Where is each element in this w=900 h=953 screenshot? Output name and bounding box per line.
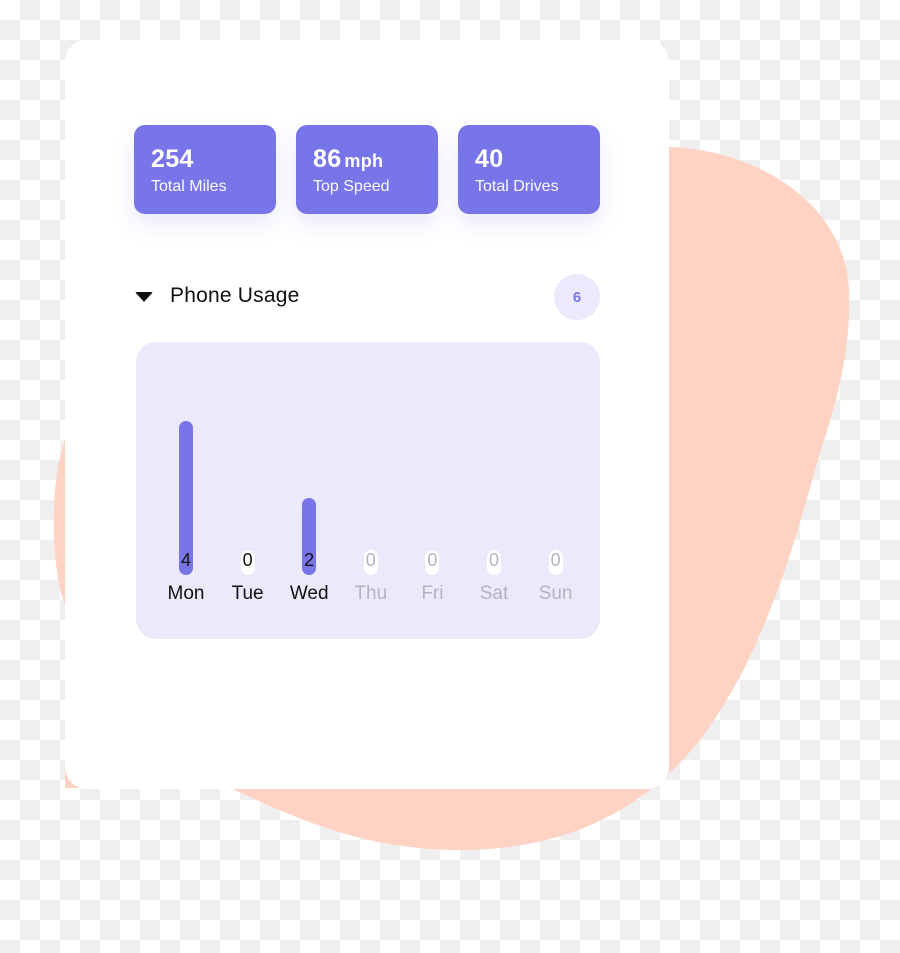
day-label-sun: Sun: [538, 583, 573, 604]
value-label-sat: 0: [488, 550, 499, 570]
day-column-sun: 0 Sun: [526, 342, 586, 639]
value-label-sun: 0: [550, 550, 561, 570]
value-label-wed: 2: [304, 550, 315, 570]
value-label-fri: 0: [427, 550, 438, 570]
phone-usage-header[interactable]: Phone Usage 6: [135, 274, 600, 320]
phone-usage-chart: 4 Mon 0 Tue 2 Wed 0 Thu 0 Fri 0 Sat 0 Sun: [136, 342, 600, 639]
caret-down-icon[interactable]: [135, 292, 153, 302]
stat-total-miles: 254 Total Miles: [134, 125, 276, 214]
trip-summary-card: 254 Total Miles 86 mph Top Speed 40 Total…: [65, 40, 669, 789]
value-label-thu: 0: [365, 550, 376, 570]
stat-value: 40: [475, 145, 504, 173]
stats-row: 254 Total Miles 86 mph Top Speed 40 Total…: [134, 125, 600, 214]
stat-value: 254: [151, 145, 194, 173]
stat-label: Top Speed: [313, 178, 390, 195]
stat-label: Total Miles: [151, 178, 227, 195]
count-badge: 6: [554, 274, 600, 320]
stat-label: Total Drives: [475, 178, 559, 195]
stat-value: 86 mph: [313, 145, 384, 173]
value-label-mon: 4: [180, 550, 191, 570]
stat-total-drives: 40 Total Drives: [458, 125, 600, 214]
stat-top-speed: 86 mph Top Speed: [296, 125, 438, 214]
value-label-tue: 0: [242, 550, 253, 570]
section-title: Phone Usage: [170, 284, 300, 307]
